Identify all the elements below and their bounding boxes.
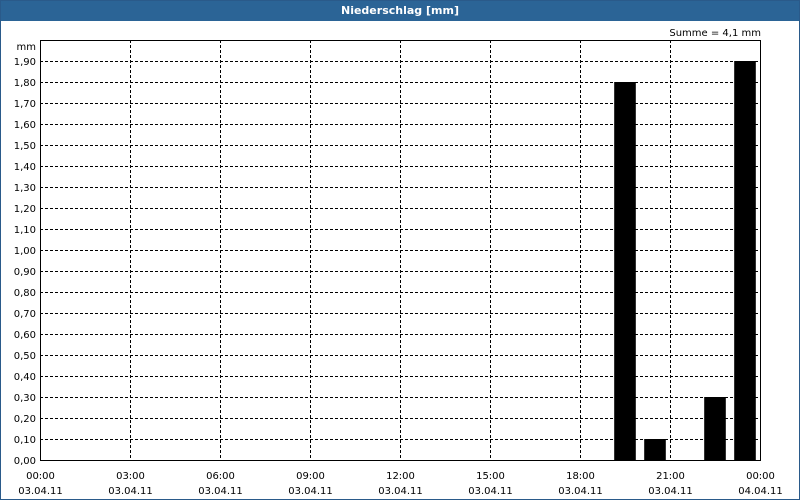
y-tick-label: 1,70	[14, 99, 36, 110]
x-axis-ticks: 00:00 03.04.11 03:00 03.04.11 06:00 03.04.11 0…	[18, 471, 783, 497]
y-axis-ticks: 0,00 0,10 0,20 0,30 0,40 0,50 0,60 0,70 0,80 0,90…	[14, 57, 36, 467]
y-tick-label: 0,60	[14, 330, 36, 341]
y-tick-label: 1,30	[14, 183, 36, 194]
y-tick-label: 1,50	[14, 141, 36, 152]
y-tick-label: 0,00	[14, 456, 36, 467]
x-tick-date: 03.04.11	[18, 486, 63, 497]
y-tick-label: 0,70	[14, 309, 36, 320]
x-tick-date: 03.04.11	[378, 486, 423, 497]
y-tick-label: 1,80	[14, 78, 36, 89]
x-tick-time: 00:00	[26, 471, 55, 482]
x-tick-time: 03:00	[116, 471, 145, 482]
x-tick-time: 18:00	[566, 471, 595, 482]
bars-group	[614, 61, 756, 460]
grid-lines	[40, 40, 760, 460]
precip-bar	[644, 439, 666, 460]
x-tick-time: 15:00	[476, 471, 505, 482]
y-tick-label: 0,80	[14, 288, 36, 299]
x-tick-date: 03.04.11	[108, 486, 153, 497]
y-tick-label: 0,90	[14, 267, 36, 278]
y-tick-label: 0,40	[14, 372, 36, 383]
sum-annotation: Summe = 4,1 mm	[669, 28, 761, 39]
x-tick-time: 06:00	[206, 471, 235, 482]
x-tick-time: 12:00	[386, 471, 415, 482]
x-tick-time: 00:00	[746, 471, 775, 482]
y-tick-label: 0,10	[14, 435, 36, 446]
x-tick-date: 03.04.11	[468, 486, 513, 497]
y-tick-label: 0,50	[14, 351, 36, 362]
y-tick-label: 1,20	[14, 204, 36, 215]
precipitation-chart: 0,00 0,10 0,20 0,30 0,40 0,50 0,60 0,70 0,80 0,90…	[14, 28, 783, 497]
precip-bar	[614, 82, 636, 460]
y-tick-label: 1,90	[14, 57, 36, 68]
x-tick-time: 21:00	[656, 471, 685, 482]
y-axis-label: mm	[17, 42, 36, 53]
y-tick-label: 1,10	[14, 225, 36, 236]
y-tick-label: 0,30	[14, 393, 36, 404]
y-tick-label: 1,00	[14, 246, 36, 257]
y-tick-label: 1,60	[14, 120, 36, 131]
x-tick-date: 03.04.11	[558, 486, 603, 497]
y-tick-label: 0,20	[14, 414, 36, 425]
precip-bar	[704, 397, 726, 460]
x-tick-date: 03.04.11	[648, 486, 693, 497]
x-tick-date: 03.04.11	[288, 486, 333, 497]
x-tick-date: 03.04.11	[198, 486, 243, 497]
x-tick-date: 04.04.11	[738, 486, 783, 497]
precip-bar	[734, 61, 756, 460]
x-tick-time: 09:00	[296, 471, 325, 482]
y-tick-label: 1,40	[14, 162, 36, 173]
